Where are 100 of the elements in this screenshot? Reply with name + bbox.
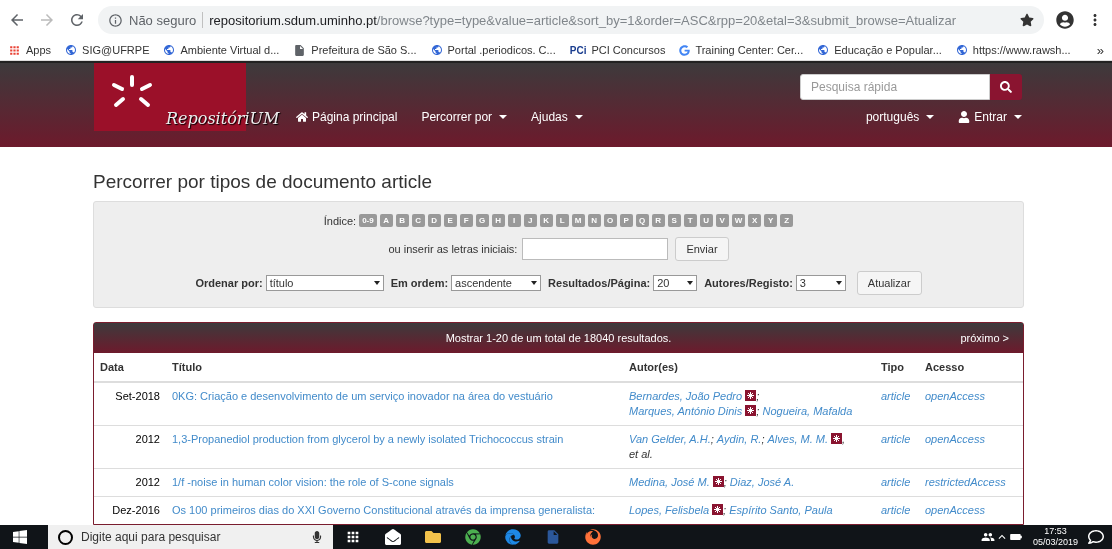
quick-search-field[interactable]: Pesquisa rápida — [800, 74, 990, 100]
select-dropdown[interactable]: 3 — [795, 275, 846, 291]
bookmark-link[interactable]: Ambiente Virtual d... — [180, 44, 280, 56]
index-letter[interactable]: O — [603, 214, 617, 227]
index-letter[interactable]: C — [411, 214, 425, 227]
more-bookmarks[interactable]: » — [1096, 42, 1104, 58]
url-path: /browse?type=type&value=article&sort_by=1&order=ASC&rpp=20&etal=3&submit_browse=Atualizar — [376, 12, 957, 28]
nav-link[interactable]: Página principal — [296, 110, 398, 124]
index-letter[interactable]: Q — [635, 214, 649, 227]
index-letter[interactable]: F — [459, 214, 473, 227]
author-link[interactable]: Diaz, José A. — [729, 476, 795, 488]
date-text: 2012 — [135, 433, 160, 445]
column-header: Tipo — [875, 353, 919, 382]
index-letter[interactable]: E — [443, 214, 457, 227]
access-link[interactable]: restrictedAccess — [925, 476, 1006, 488]
bookmark-logo: PCi — [569, 44, 587, 56]
url-host: repositorium.sdum.uminho.pt — [209, 12, 377, 28]
bookmark-link[interactable]: Educação e Popular... — [834, 44, 942, 56]
title-link[interactable]: 0KG: Criação e desenvolvimento de um serviço inovador na área do vestuário — [172, 390, 553, 402]
author-link[interactable]: Bernardes, João Pedro — [629, 390, 743, 402]
index-letter[interactable]: P — [619, 214, 633, 227]
index-letter[interactable]: N — [587, 214, 601, 227]
bookmark-link[interactable]: PCI Concursos — [591, 44, 666, 56]
index-letter[interactable]: J — [523, 214, 537, 227]
index-letter[interactable]: T — [683, 214, 697, 227]
column-header: Autor(es) — [623, 353, 875, 382]
author-link[interactable]: Medina, José M. — [629, 476, 710, 488]
type-link[interactable]: article — [881, 390, 911, 402]
access-link[interactable]: openAccess — [925, 504, 985, 516]
access-link[interactable]: openAccess — [925, 433, 985, 445]
address-bar[interactable]: Não seguro repositorium.sdum.uminho.pt/browse?type=type&value=article&sort_by=1&order=ASC&rpp=20&etal=3&submit_browse=Atualizar — [98, 6, 1044, 34]
select-label: Ordenar por: — [195, 277, 263, 289]
separator: , — [842, 433, 846, 445]
author-link[interactable]: Alves, M. M. — [767, 433, 829, 445]
next-link[interactable]: próximo > — [960, 332, 1009, 344]
index-letter[interactable]: U — [699, 214, 713, 227]
index-letter[interactable]: 0-9 — [359, 214, 377, 227]
author-link[interactable]: Espírito Santo, Paula — [729, 504, 833, 516]
index-letter[interactable]: A — [379, 214, 393, 227]
separator: ; — [756, 405, 760, 417]
send-button[interactable]: Enviar — [675, 237, 729, 261]
index-letter[interactable]: S — [667, 214, 681, 227]
bookmark-link[interactable]: Apps — [26, 44, 52, 56]
select-dropdown[interactable]: título — [265, 275, 384, 291]
index-letter[interactable]: G — [475, 214, 489, 227]
starts-with-label: ou inserir as letras iniciais: — [388, 243, 518, 255]
type-link[interactable]: article — [881, 504, 911, 516]
select-dropdown[interactable]: 20 — [653, 275, 698, 291]
author-link[interactable]: Lopes, Felisbela — [629, 504, 710, 516]
type-link[interactable]: article — [881, 433, 911, 445]
index-letter[interactable]: D — [427, 214, 441, 227]
title-link[interactable]: 1,3-Propanediol production from glycerol by a newly isolated Trichococcus strain — [172, 433, 564, 445]
separator: ; — [723, 504, 727, 516]
select-dropdown[interactable]: ascendente — [451, 275, 542, 291]
index-letter[interactable]: M — [571, 214, 585, 227]
index-letter[interactable]: H — [491, 214, 505, 227]
index-letter[interactable]: K — [539, 214, 553, 227]
author-link[interactable]: Aydin, R. — [716, 433, 762, 445]
bookmark-link[interactable]: Prefeitura de São S... — [311, 44, 417, 56]
column-header: Acesso — [919, 353, 1023, 382]
taskbar-search-field[interactable]: Digite aqui para pesquisar — [48, 525, 333, 549]
index-letter[interactable]: W — [731, 214, 746, 227]
column-header: Data — [94, 353, 166, 382]
index-letter[interactable]: R — [651, 214, 665, 227]
index-letter[interactable]: L — [555, 214, 569, 227]
index-letter[interactable]: Z — [780, 214, 794, 227]
index-letter[interactable]: Y — [764, 214, 778, 227]
separator: ; — [756, 390, 760, 402]
logo-text: RepositóriUM — [166, 109, 280, 128]
column-header: Título — [166, 353, 623, 382]
type-link[interactable]: article — [881, 476, 911, 488]
title-link[interactable]: Os 100 primeiros dias do XXI Governo Constitucional através da imprensa generalista: — [172, 504, 596, 516]
clock-time: 17:53 — [1044, 526, 1067, 537]
author-link[interactable]: Van Gelder, A.H. — [629, 433, 711, 445]
select-label: Em ordem: — [390, 277, 449, 289]
bookmark-link[interactable]: Training Center: Cer... — [695, 44, 804, 56]
et-al-text: et al. — [629, 448, 653, 460]
separator: ; — [723, 476, 727, 488]
nav-link[interactable]: Ajudas — [531, 110, 583, 124]
index-letter[interactable]: V — [715, 214, 729, 227]
security-label: Não seguro — [129, 12, 197, 28]
separator: ; — [710, 433, 714, 445]
page-title: Percorrer por tipos de documento article — [93, 171, 433, 193]
nav-link[interactable]: Percorrer por — [421, 110, 508, 124]
author-link[interactable]: Nogueira, Mafalda — [762, 405, 853, 417]
nav-link[interactable]: português — [865, 110, 935, 124]
index-letter[interactable]: B — [395, 214, 409, 227]
index-label: Índice: — [323, 214, 357, 227]
index-letter[interactable]: I — [507, 214, 521, 227]
access-link[interactable]: openAccess — [925, 390, 985, 402]
update-button[interactable]: Atualizar — [856, 271, 922, 295]
author-link[interactable]: Marques, António Dinis — [629, 405, 743, 417]
bookmark-link[interactable]: SIG@UFRPE — [82, 44, 150, 56]
bookmark-link[interactable]: Portal .periodicos. C... — [447, 44, 556, 56]
date-text: Set-2018 — [115, 390, 160, 402]
date-text: 2012 — [135, 476, 160, 488]
nav-link[interactable]: Entrar — [958, 110, 1022, 124]
index-letter[interactable]: X — [748, 214, 762, 227]
title-link[interactable]: 1/f -noise in human color vision: the role of S-cone signals — [172, 476, 454, 488]
bookmark-link[interactable]: https://www.rawsh... — [972, 44, 1071, 56]
